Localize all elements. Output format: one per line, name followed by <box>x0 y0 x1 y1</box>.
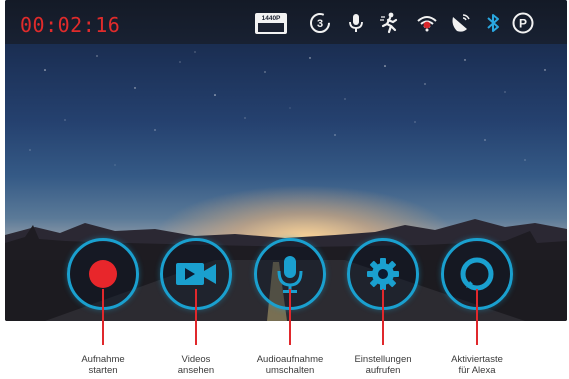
caption-alexa-line1: Aktiviertaste <box>451 354 503 365</box>
motion-detection-icon <box>380 12 398 34</box>
callout-line-record <box>102 289 104 345</box>
bluetooth-icon <box>487 14 499 32</box>
video-camera-icon <box>176 263 216 285</box>
resolution-label: 1440P <box>261 15 281 22</box>
gps-icon <box>452 14 470 32</box>
microphone-icon <box>277 256 303 293</box>
microphone-icon <box>349 14 363 32</box>
svg-text:3: 3 <box>317 18 323 30</box>
wifi-off-icon <box>417 16 437 32</box>
loop-3-icon: 3 <box>310 13 330 33</box>
callout-line-alexa <box>476 289 478 345</box>
callout-line-audio <box>289 289 291 345</box>
caption-alexa-line2: für Alexa <box>458 365 496 376</box>
caption-alexa: Aktiviertaste für Alexa <box>417 354 537 376</box>
callout-line-settings <box>382 289 384 345</box>
resolution-icon: 1440P <box>255 13 287 34</box>
parking-icon: P <box>512 12 534 34</box>
callout-line-videos <box>195 289 197 345</box>
alexa-icon <box>460 257 494 291</box>
svg-text:P: P <box>519 17 527 31</box>
status-bar: 00:02:16 1440P 3 P <box>5 0 567 44</box>
record-icon <box>89 260 117 288</box>
dashcam-screen: 00:02:16 1440P 3 P <box>5 0 567 321</box>
settings-gear-icon <box>367 258 399 290</box>
recording-timer: 00:02:16 <box>20 13 121 37</box>
